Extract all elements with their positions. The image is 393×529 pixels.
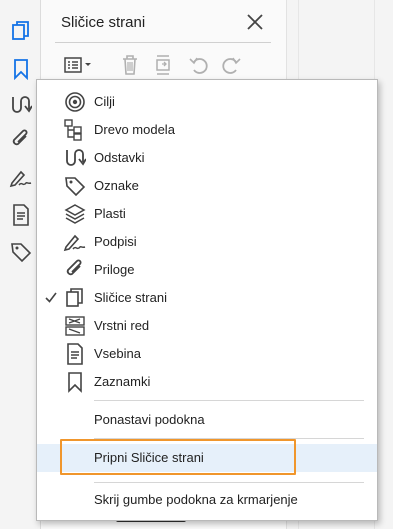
menu-item-plasti[interactable]: Plasti	[37, 200, 377, 228]
menu-item-label: Priloge	[94, 262, 135, 277]
menu-item-label: Drevo modela	[94, 122, 175, 137]
page-thumbnails-icon	[63, 287, 87, 309]
menu-item-reset-panes[interactable]: Ponastavi podokna	[37, 406, 377, 434]
menu-item-label: Plasti	[94, 206, 126, 221]
panel-title: Sličice strani	[61, 14, 146, 31]
menu-item-oznake[interactable]: Oznake	[37, 172, 377, 200]
menu-item-label: Zaznamki	[94, 374, 151, 389]
menu-item-cilji[interactable]: Cilji	[37, 88, 377, 116]
menu-item-priloge[interactable]: Priloge	[37, 256, 377, 284]
menu-item-label: Vsebina	[94, 346, 141, 361]
menu-item-label: Sličice strani	[94, 290, 167, 305]
menu-item-label: Cilji	[94, 94, 115, 109]
content-document-icon	[63, 343, 87, 365]
checkmark-icon	[45, 289, 57, 305]
rotate-right-icon[interactable]	[219, 52, 243, 78]
page-thumbnails-icon[interactable]	[9, 19, 33, 43]
signature-pen-icon[interactable]	[9, 166, 33, 190]
model-tree-icon	[63, 119, 87, 141]
bookmark-icon	[63, 371, 87, 393]
close-icon[interactable]	[245, 12, 265, 32]
tag-icon[interactable]	[9, 240, 33, 264]
menu-item-label: Skrij gumbe podokna za krmarjenje	[94, 492, 298, 507]
menu-item-label: Oznake	[94, 178, 139, 193]
navigation-rail	[0, 0, 41, 529]
menu-item-label: Podpisi	[94, 234, 137, 249]
bookmark-icon[interactable]	[9, 57, 33, 81]
menu-item-label: Ponastavi podokna	[94, 412, 205, 427]
layers-icon	[63, 203, 87, 225]
menu-item-drevo-modela[interactable]: Drevo modela	[37, 116, 377, 144]
menu-item-odstavki[interactable]: Odstavki	[37, 144, 377, 172]
paragraph-flow-icon[interactable]	[9, 93, 33, 117]
menu-item-zaznamki[interactable]: Zaznamki	[37, 368, 377, 396]
menu-item-podpisi[interactable]: Podpisi	[37, 228, 377, 256]
content-document-icon[interactable]	[9, 203, 33, 227]
menu-item-label: Vrstni red	[94, 318, 150, 333]
rotate-left-icon[interactable]	[187, 52, 211, 78]
divider	[55, 42, 271, 43]
target-icon	[63, 91, 87, 113]
signature-pen-icon	[63, 231, 87, 253]
extract-pages-icon[interactable]	[153, 52, 175, 78]
menu-item-slicice-strani[interactable]: Sličice strani	[37, 284, 377, 312]
menu-divider	[94, 482, 364, 483]
paragraph-flow-icon	[63, 147, 87, 169]
menu-item-label: Odstavki	[94, 150, 145, 165]
menu-divider	[94, 400, 364, 401]
tag-icon	[63, 175, 87, 197]
highlight-frame	[60, 439, 296, 475]
paperclip-icon[interactable]	[9, 128, 33, 152]
reading-order-icon	[63, 315, 87, 337]
trash-icon[interactable]	[119, 52, 141, 78]
menu-item-hide-nav-buttons[interactable]: Skrij gumbe podokna za krmarjenje	[37, 486, 377, 514]
options-menu-button[interactable]	[61, 52, 97, 78]
menu-item-vrstni-red[interactable]: Vrstni red	[37, 312, 377, 340]
paperclip-icon	[63, 259, 87, 281]
menu-item-vsebina[interactable]: Vsebina	[37, 340, 377, 368]
